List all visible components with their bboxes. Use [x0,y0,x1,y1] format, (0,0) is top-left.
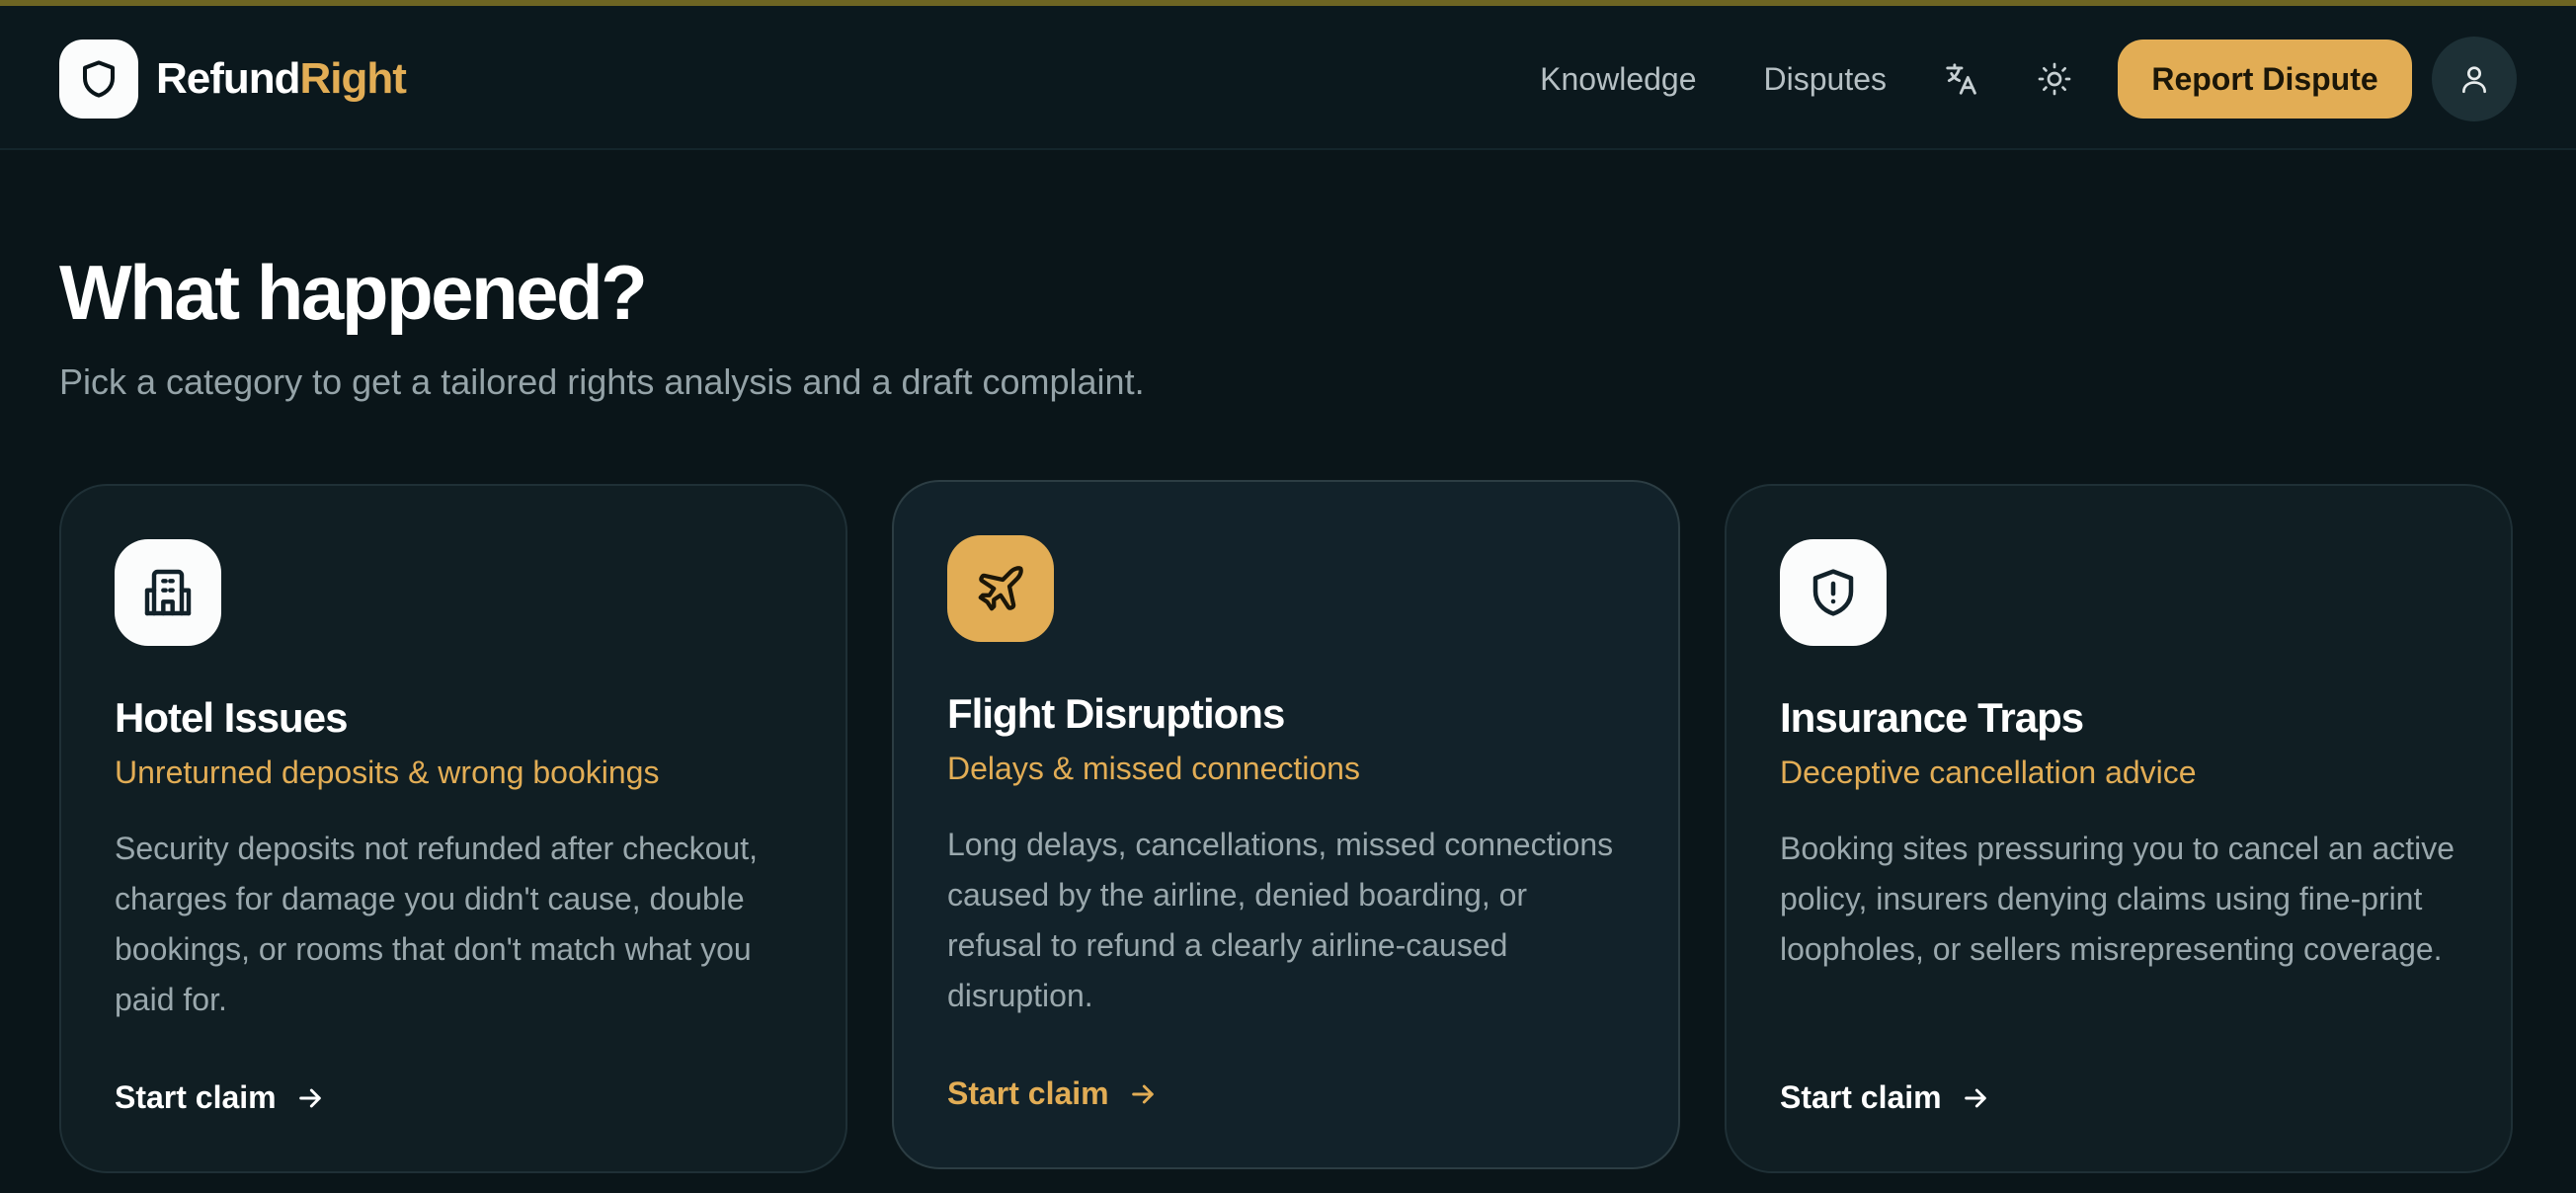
page-subtitle: Pick a category to get a tailored rights… [59,361,1145,402]
card-description: Security deposits not refunded after che… [115,830,759,1017]
arrow-right-icon [1942,1082,1991,1114]
card-description: Long delays, cancellations, missed conne… [947,826,1614,1013]
start-claim-link[interactable]: Start claim [947,1075,1159,1112]
avatar[interactable] [2432,37,2517,121]
start-claim-label: Start claim [115,1079,277,1115]
category-card-flight[interactable]: Flight Disruptions Delays & missed conne… [892,480,1680,1169]
start-claim-link[interactable]: Start claim [1780,1079,1991,1116]
brand-name: RefundRight [156,54,407,104]
top-navbar: RefundRight Knowledge Disputes Report Di… [0,6,2576,150]
page-title: What happened? [59,249,648,336]
category-card-hotel[interactable]: Hotel Issues Unreturned deposits & wrong… [59,484,847,1173]
translate-icon[interactable] [1942,59,1981,99]
card-description: Booking sites pressuring you to cancel a… [1780,830,2455,967]
sun-icon[interactable] [2035,59,2074,99]
category-card-insurance[interactable]: Insurance Traps Deceptive cancellation a… [1725,484,2513,1173]
start-claim-link[interactable]: Start claim [115,1079,326,1116]
start-claim-label: Start claim [947,1075,1109,1111]
card-title: Hotel Issues [115,694,348,741]
report-dispute-button[interactable]: Report Dispute [2118,40,2412,119]
card-title: Flight Disruptions [947,690,1285,737]
logo[interactable]: RefundRight [59,40,407,119]
nav-link-disputes[interactable]: Disputes [1764,61,1888,98]
start-claim-label: Start claim [1780,1079,1942,1115]
plane-icon [947,535,1054,642]
arrow-right-icon [1109,1078,1159,1110]
brand-name-part2: Right [299,54,407,103]
nav-link-knowledge[interactable]: Knowledge [1540,61,1696,98]
nav-menu: Knowledge Disputes Report Dispute [1540,37,2517,121]
card-title: Insurance Traps [1780,694,2084,741]
card-tagline: Deceptive cancellation advice [1780,755,2197,791]
shield-alert-icon [1780,539,1887,646]
brand-name-part1: Refund [156,54,301,103]
user-icon [2457,62,2491,96]
arrow-right-icon [277,1082,326,1114]
shield-icon [59,40,138,119]
card-tagline: Delays & missed connections [947,751,1360,787]
card-tagline: Unreturned deposits & wrong bookings [115,755,660,791]
hotel-icon [115,539,221,646]
